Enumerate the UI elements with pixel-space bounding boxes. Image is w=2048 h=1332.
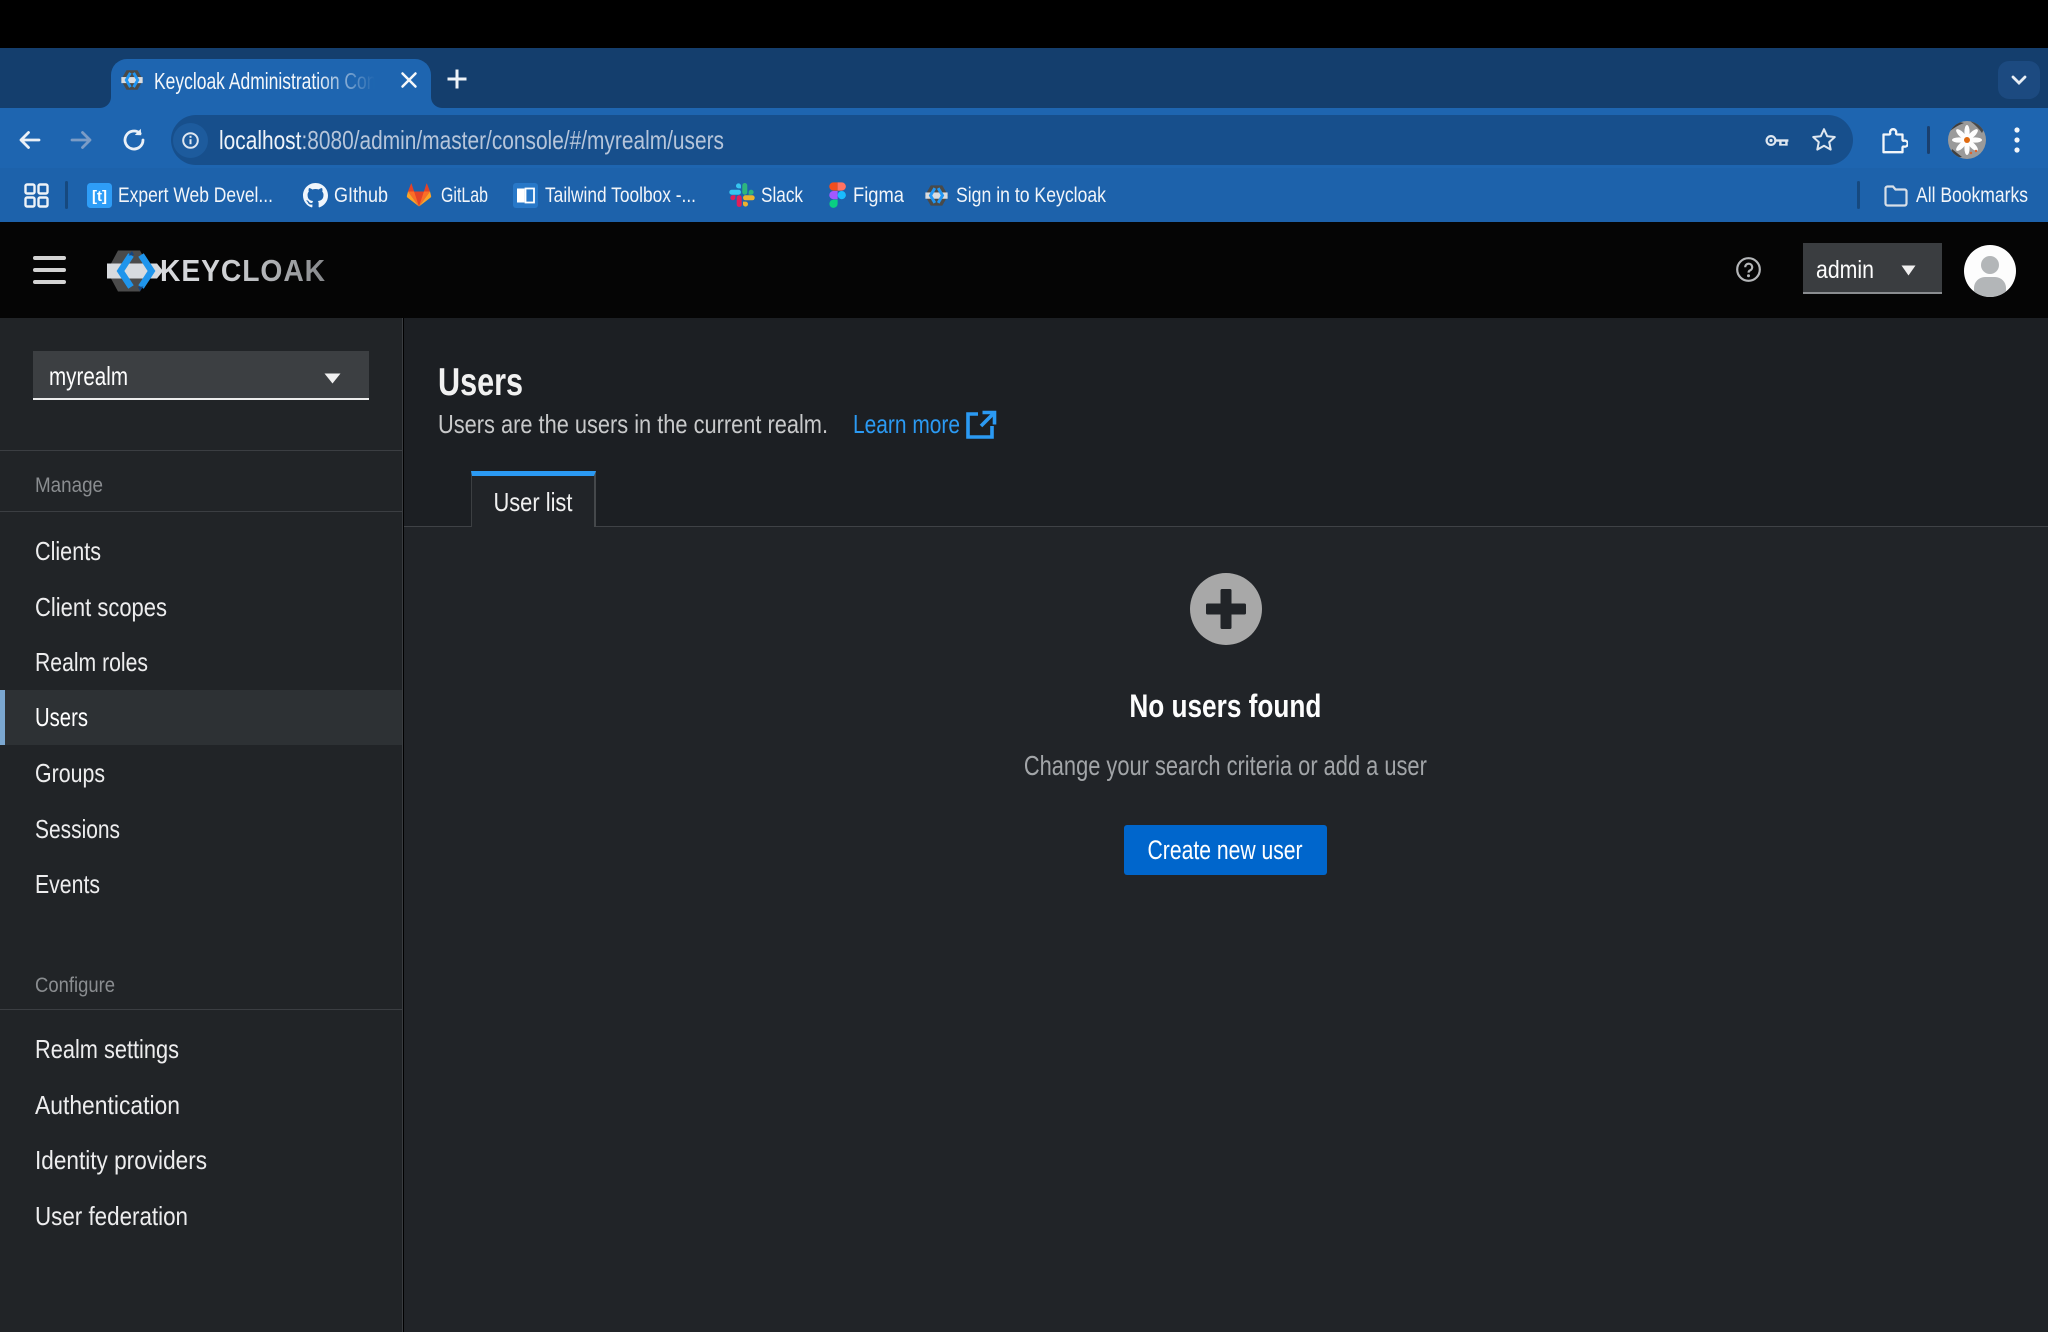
- svg-text:[t]: [t]: [92, 188, 107, 205]
